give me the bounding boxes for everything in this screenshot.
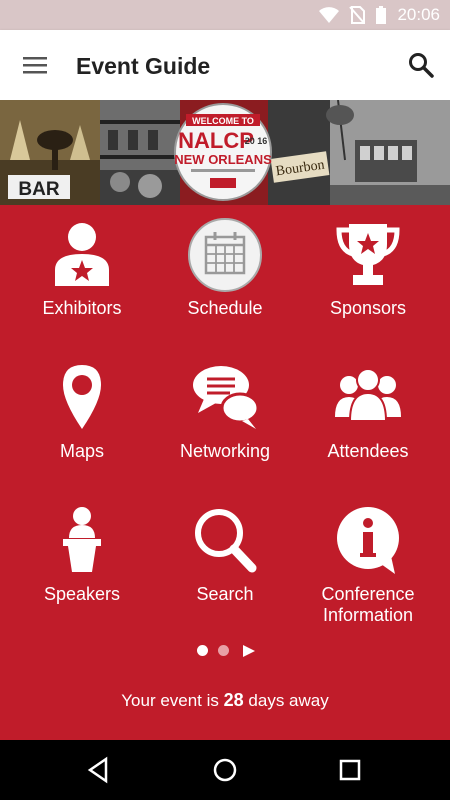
tile-attendees[interactable]: Attendees xyxy=(293,363,443,462)
tile-search-label: Search xyxy=(196,584,254,604)
tile-attendees-label: Attendees xyxy=(327,441,409,461)
people-icon xyxy=(335,368,401,422)
status-time: 20:06 xyxy=(397,5,440,24)
banner-collage-image: BAR Bourbon WELCOME TO NALCP 20 16 NEW O… xyxy=(0,100,450,205)
page-dot-active[interactable] xyxy=(218,645,229,657)
tile-exhibitors[interactable]: Exhibitors xyxy=(7,220,157,319)
tile-exhibitors-label: Exhibitors xyxy=(42,298,122,318)
tile-speakers[interactable]: Speakers xyxy=(7,506,157,605)
podium-icon xyxy=(63,507,101,572)
tile-speakers-label: Speakers xyxy=(43,584,121,604)
map-pin-icon xyxy=(63,365,101,429)
hamburger-menu-icon xyxy=(23,57,47,74)
tile-schedule[interactable]: Schedule xyxy=(150,218,300,319)
next-arrow-icon[interactable] xyxy=(242,644,256,658)
back-button[interactable] xyxy=(84,755,114,785)
tile-networking[interactable]: Networking xyxy=(150,363,300,462)
countdown-prefix: Your event is xyxy=(121,691,219,710)
search-button[interactable] xyxy=(406,50,436,80)
exhibitor-icon xyxy=(55,223,109,286)
app-bar: Event Guide xyxy=(0,30,450,100)
search-icon xyxy=(409,53,434,78)
tile-search[interactable]: Search xyxy=(150,506,300,605)
page-dot[interactable] xyxy=(196,645,208,657)
banner-logo-city: NEW ORLEANS xyxy=(174,152,272,167)
banner-bar-sign: BAR xyxy=(18,179,59,200)
feature-grid: Exhibitors Schedule Sponsors Maps Networ… xyxy=(0,205,450,635)
banner-logo-year: 20 16 xyxy=(245,136,268,146)
tile-maps-label: Maps xyxy=(59,441,104,461)
tile-schedule-label: Schedule xyxy=(187,298,263,318)
battery-icon xyxy=(376,6,387,24)
tile-sponsors-label: Sponsors xyxy=(329,298,407,318)
status-icons: 20:06 xyxy=(319,0,440,30)
wifi-icon xyxy=(319,7,340,23)
back-triangle-icon xyxy=(87,756,108,784)
tile-maps[interactable]: Maps xyxy=(7,363,157,462)
menu-button[interactable] xyxy=(20,50,50,80)
home-circle-icon xyxy=(213,758,237,782)
calendar-icon xyxy=(188,218,262,292)
home-button[interactable] xyxy=(210,755,240,785)
banner-logo-main: NALCP xyxy=(178,128,254,153)
trophy-icon xyxy=(336,224,400,285)
tile-conference-information[interactable]: Conference Information xyxy=(293,506,443,626)
system-nav-bar xyxy=(0,740,450,800)
page-title: Event Guide xyxy=(76,53,211,79)
event-banner: BAR Bourbon WELCOME TO NALCP 20 16 NEW O… xyxy=(0,100,450,205)
no-sim-icon xyxy=(349,6,366,24)
tile-sponsors[interactable]: Sponsors xyxy=(293,220,443,319)
tile-networking-label: Networking xyxy=(179,441,271,461)
status-bar: 20:06 xyxy=(0,0,450,30)
info-icon xyxy=(337,507,399,574)
event-countdown: Your event is 28 days away xyxy=(0,690,450,711)
recents-button[interactable] xyxy=(335,755,365,785)
magnifier-icon xyxy=(195,509,257,573)
recents-square-icon xyxy=(339,759,361,781)
countdown-days: 28 xyxy=(223,690,244,710)
tile-conference-information-label: Conference Information xyxy=(321,584,415,625)
countdown-suffix: days away xyxy=(248,691,329,710)
chat-bubbles-icon xyxy=(193,366,260,429)
page-indicator xyxy=(0,642,450,660)
banner-logo-top: WELCOME TO xyxy=(192,116,254,126)
